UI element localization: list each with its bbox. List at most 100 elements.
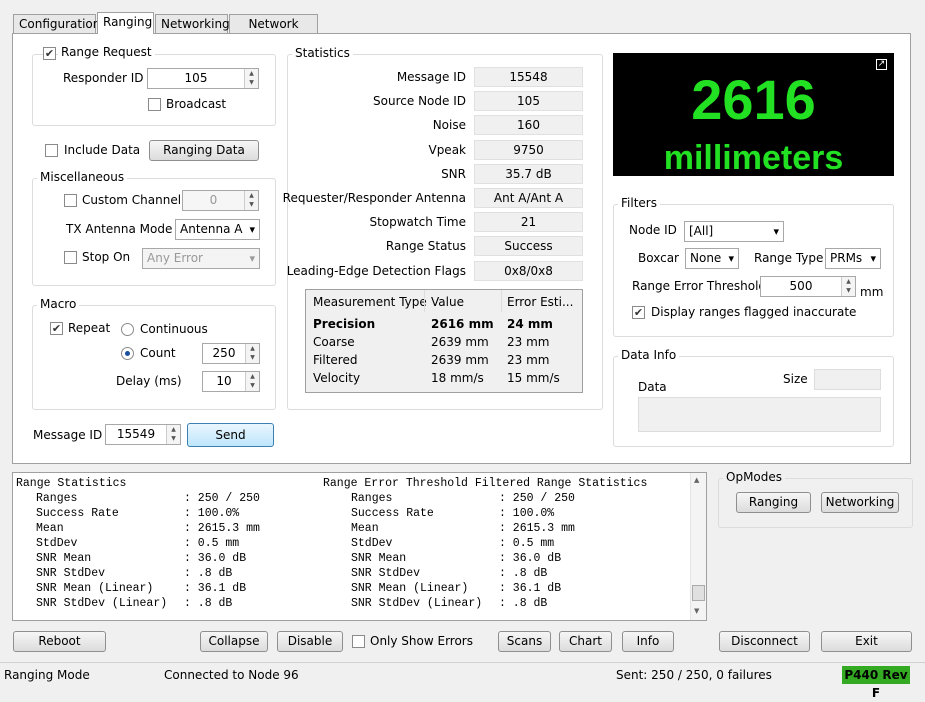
continuous-radio[interactable] <box>121 323 134 336</box>
tab-networking[interactable]: Networking <box>155 14 230 34</box>
opmode-ranging-button[interactable]: Ranging <box>736 492 811 513</box>
spinner-arrows-icon[interactable]: ▲ ▼ <box>245 372 259 391</box>
stop-on-select[interactable]: Any Error <box>142 248 260 269</box>
range-value: 2616 <box>691 68 816 131</box>
range-display: 2616 millimeters ↗ <box>613 53 894 177</box>
stat-label: Source Node ID <box>373 94 466 109</box>
only-show-errors-checkbox[interactable] <box>352 635 365 648</box>
exit-button[interactable]: Exit <box>821 631 912 652</box>
reboot-button[interactable]: Reboot <box>13 631 106 652</box>
log-right-label: SNR Mean (Linear) <box>351 582 469 595</box>
log-right-value: : 0.5 mm <box>499 537 555 550</box>
range-type-select[interactable]: PRMs <box>825 248 881 269</box>
log-right-value: : 36.1 dB <box>499 582 562 595</box>
measurement-value: 2639 mm <box>431 335 489 349</box>
log-left-value: : 36.0 dB <box>184 552 247 565</box>
log-left-value: : 36.1 dB <box>184 582 247 595</box>
tab-network-stats[interactable]: Network Stats <box>229 14 318 45</box>
table-header: Measurement Type Value Error Esti... <box>306 295 582 313</box>
only-show-errors-label: Only Show Errors <box>370 634 473 648</box>
ranging-data-button[interactable]: Ranging Data <box>149 140 259 161</box>
expand-icon[interactable]: ↗ <box>876 59 887 70</box>
tab-configuration[interactable]: Configuration <box>13 14 100 34</box>
delay-label: Delay (ms) <box>116 374 182 388</box>
measurement-type: Filtered <box>313 353 358 367</box>
stat-value: 0x8/0x8 <box>474 260 583 281</box>
log-left-value: : 250 / 250 <box>184 492 260 505</box>
log-left-label: SNR StdDev (Linear) <box>36 597 168 610</box>
table-row[interactable]: Precision 2616 mm 24 mm <box>306 317 582 335</box>
log-right-label: SNR Mean <box>351 552 407 565</box>
log-left-label: Mean <box>36 522 64 535</box>
header-value[interactable]: Value <box>431 295 464 309</box>
node-id-select[interactable]: [All] <box>684 221 784 242</box>
responder-id-spinner[interactable]: 105 ▲ ▼ <box>147 68 259 89</box>
measurement-type: Coarse <box>313 335 355 349</box>
stat-label: Message ID <box>396 70 466 84</box>
threshold-spinner[interactable]: 500 ▲ ▼ <box>760 276 856 297</box>
log-right-label: StdDev <box>351 537 393 550</box>
disconnect-button[interactable]: Disconnect <box>719 631 810 652</box>
stop-on-checkbox[interactable] <box>64 251 77 264</box>
size-label: Size <box>783 372 808 386</box>
custom-channel-checkbox[interactable] <box>64 194 77 207</box>
send-button[interactable]: Send <box>187 423 274 447</box>
data-info-title: Data Info <box>618 348 680 362</box>
table-row[interactable]: Velocity 18 mm/s 15 mm/s <box>306 371 582 389</box>
display-inaccurate-checkbox[interactable]: ✔ <box>632 306 645 319</box>
measurement-value: 18 mm/s <box>431 371 484 385</box>
log-left-label: SNR Mean <box>36 552 92 565</box>
chart-button[interactable]: Chart <box>559 631 612 652</box>
include-data-checkbox[interactable] <box>45 144 58 157</box>
filters-title: Filters <box>618 196 660 210</box>
spinner-arrows-icon[interactable]: ▲ ▼ <box>166 425 180 444</box>
threshold-unit: mm <box>860 285 884 299</box>
broadcast-checkbox[interactable] <box>148 98 161 111</box>
statistics-log[interactable]: Range Statistics Range Error Threshold F… <box>12 472 707 621</box>
tx-antenna-select[interactable]: Antenna A <box>175 219 260 240</box>
stat-value: Ant A/Ant A <box>474 188 583 208</box>
scroll-thumb[interactable] <box>692 585 705 601</box>
collapse-button[interactable]: Collapse <box>200 631 268 652</box>
measurement-type: Velocity <box>313 371 361 385</box>
message-id-spinner[interactable]: 15549 ▲ ▼ <box>105 424 181 445</box>
statistics-title: Statistics <box>292 46 353 60</box>
log-right-value: : 2615.3 mm <box>499 522 575 535</box>
header-measurement-type[interactable]: Measurement Type <box>313 295 427 309</box>
custom-channel-label: Custom Channel <box>82 193 182 207</box>
header-error-estimate[interactable]: Error Esti... <box>507 295 573 309</box>
range-request-group <box>32 54 276 126</box>
status-sent: Sent: 250 / 250, 0 failures <box>616 668 772 682</box>
measurement-table: Measurement Type Value Error Esti... Pre… <box>305 289 583 393</box>
delay-spinner[interactable]: 10 ▲ ▼ <box>202 371 260 392</box>
data-label: Data <box>638 380 667 394</box>
opmode-networking-button[interactable]: Networking <box>821 492 899 513</box>
log-scrollbar[interactable]: ▲ ▼ <box>690 473 706 620</box>
measurement-error: 24 mm <box>507 317 553 331</box>
measurement-error: 23 mm <box>507 335 550 349</box>
count-radio[interactable] <box>121 347 134 360</box>
spinner-arrows-icon[interactable]: ▲ ▼ <box>244 69 258 88</box>
disable-button[interactable]: Disable <box>277 631 343 652</box>
stat-label: Requester/Responder Antenna <box>282 191 466 205</box>
scroll-down-icon[interactable]: ▼ <box>694 607 699 615</box>
count-spinner[interactable]: 250 ▲ ▼ <box>202 343 260 364</box>
message-id-label: Message ID <box>33 428 103 442</box>
spinner-arrows-icon[interactable]: ▲ ▼ <box>244 191 258 210</box>
tab-ranging[interactable]: Ranging <box>97 12 154 34</box>
range-request-checkbox[interactable]: ✔ <box>43 47 56 60</box>
count-label: Count <box>140 346 176 360</box>
table-row[interactable]: Coarse 2639 mm 23 mm <box>306 335 582 353</box>
scans-button[interactable]: Scans <box>498 631 551 652</box>
measurement-error: 15 mm/s <box>507 371 560 385</box>
boxcar-select[interactable]: None <box>685 248 739 269</box>
log-title-right: Range Error Threshold Filtered Range Sta… <box>323 477 648 490</box>
spinner-arrows-icon[interactable]: ▲ ▼ <box>841 277 855 296</box>
repeat-checkbox[interactable]: ✔ <box>50 322 63 335</box>
scroll-up-icon[interactable]: ▲ <box>694 476 699 484</box>
table-row[interactable]: Filtered 2639 mm 23 mm <box>306 353 582 371</box>
custom-channel-spinner[interactable]: 0 ▲ ▼ <box>182 190 259 211</box>
info-button[interactable]: Info <box>622 631 674 652</box>
repeat-label: Repeat <box>68 321 111 335</box>
spinner-arrows-icon[interactable]: ▲ ▼ <box>245 344 259 363</box>
